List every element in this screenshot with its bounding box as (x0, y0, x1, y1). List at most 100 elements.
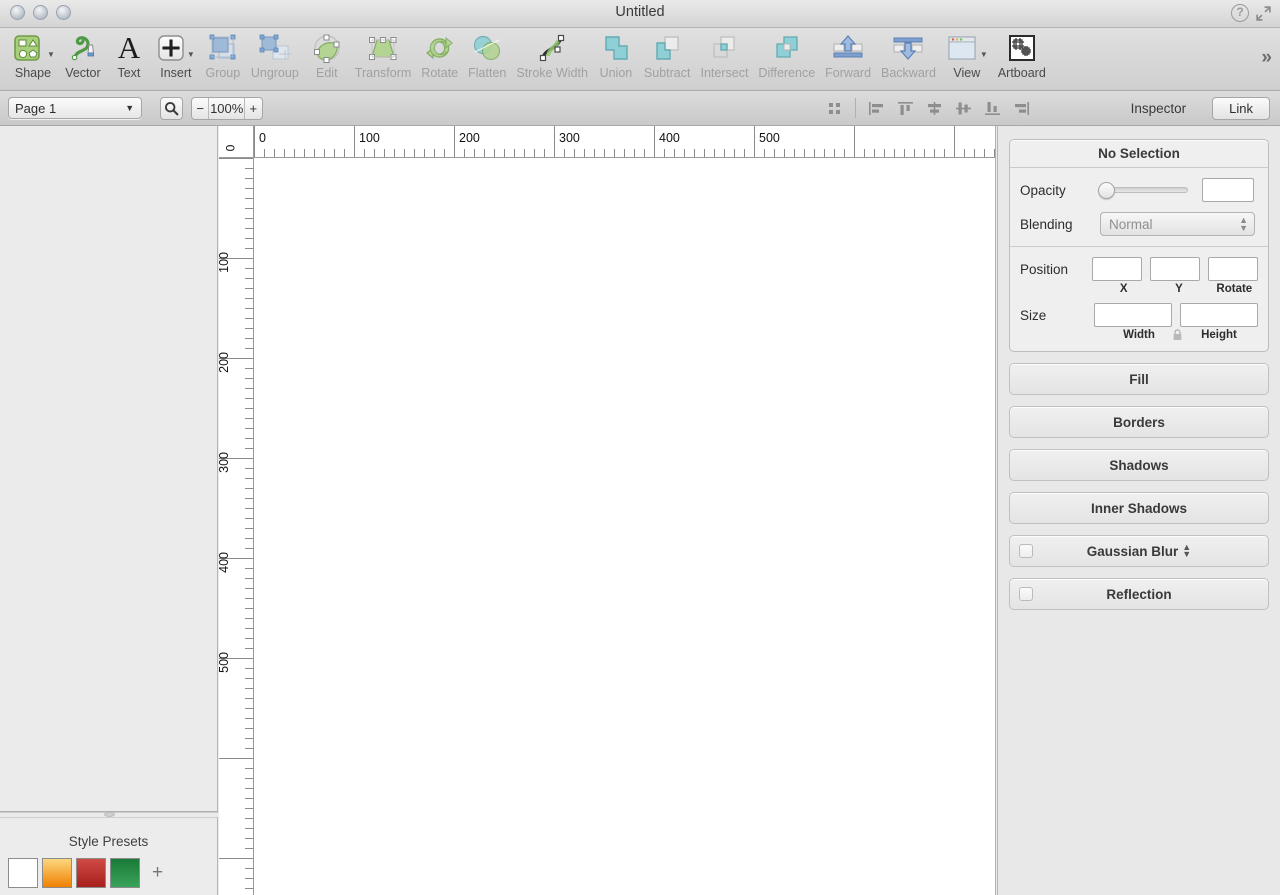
alignment-toolbar (823, 97, 1036, 119)
toolbar-button-text[interactable]: A Text (106, 31, 152, 80)
grid-toggle-icon[interactable] (823, 97, 849, 119)
artboard-canvas[interactable] (254, 158, 996, 895)
height-input[interactable] (1180, 303, 1258, 327)
ruler-minor-tick (245, 768, 253, 769)
chevron-down-icon[interactable]: ▼ (187, 50, 195, 65)
section-button-gaussian-blur[interactable]: Gaussian Blur ▲ ▼ (1009, 535, 1269, 567)
zoom-level-value[interactable]: 100% (208, 97, 245, 119)
opacity-slider-knob[interactable] (1098, 182, 1115, 199)
ruler-minor-tick (724, 149, 725, 157)
toolbar-button-flatten[interactable]: Flatten (463, 31, 511, 80)
opacity-input[interactable] (1202, 178, 1254, 202)
section-button-fill[interactable]: Fill (1009, 363, 1269, 395)
help-icon[interactable]: ? (1231, 4, 1249, 22)
inspector-tab-label[interactable]: Inspector (1131, 101, 1187, 116)
add-preset-button[interactable]: + (152, 863, 163, 883)
ruler-minor-tick (245, 308, 253, 309)
toolbar-button-union[interactable]: Union (593, 31, 639, 80)
ruler-minor-tick (794, 149, 795, 157)
ruler-label: 200 (219, 352, 231, 373)
link-button[interactable]: Link (1212, 96, 1270, 120)
ruler-minor-tick (245, 598, 253, 599)
ruler-minor-tick (245, 198, 253, 199)
ruler-minor-tick (544, 149, 545, 157)
ruler-minor-tick (245, 208, 253, 209)
ruler-minor-tick (245, 538, 253, 539)
reflection-checkbox[interactable] (1019, 587, 1033, 601)
zoom-control: − 100% + (190, 96, 263, 120)
backward-icon (890, 31, 926, 65)
stepper-icon[interactable]: ▲ ▼ (1239, 216, 1248, 233)
zoom-in-button[interactable]: + (245, 98, 262, 119)
toolbar-button-ungroup[interactable]: Ungroup (246, 31, 304, 80)
position-x-input[interactable] (1092, 257, 1142, 281)
align-right-icon[interactable] (1007, 97, 1036, 119)
section-button-inner-shadows[interactable]: Inner Shadows (1009, 492, 1269, 524)
position-y-input[interactable] (1150, 257, 1200, 281)
ruler-minor-tick (334, 149, 335, 157)
ruler-minor-tick (874, 149, 875, 157)
ruler-minor-tick (245, 838, 253, 839)
canvas-area[interactable]: 0 0 100 200 300 400 500 100 200 300 400 500 (219, 126, 996, 895)
toolbar-button-view[interactable]: ▼ View (941, 31, 993, 80)
ruler-minor-tick (245, 298, 253, 299)
stepper-icon[interactable]: ▲ ▼ (1182, 543, 1191, 559)
align-middle-vertical-icon[interactable] (949, 97, 978, 119)
align-bottom-icon[interactable] (978, 97, 1007, 119)
zoom-out-button[interactable]: − (192, 98, 209, 119)
toolbar-button-edit[interactable]: Edit (304, 31, 350, 80)
opacity-slider[interactable] (1098, 182, 1188, 199)
toolbar-button-stroke-width[interactable]: Stroke Width (511, 31, 593, 80)
section-button-reflection[interactable]: Reflection (1009, 578, 1269, 610)
ruler-minor-tick (504, 149, 505, 157)
horizontal-ruler[interactable]: 0 100 200 300 400 500 (254, 126, 996, 158)
preset-swatch-white[interactable] (8, 858, 38, 888)
ruler-major-tick (554, 126, 555, 157)
style-presets-title: Style Presets (68, 834, 149, 849)
align-top-icon[interactable] (891, 97, 920, 119)
rotate-input[interactable] (1208, 257, 1258, 281)
blending-select[interactable]: Normal ▲ ▼ (1100, 212, 1255, 236)
toolbar-button-transform[interactable]: Transform (350, 31, 417, 80)
ruler-minor-tick (245, 228, 253, 229)
ruler-major-tick (219, 158, 253, 159)
toolbar-overflow-button[interactable]: » (1261, 31, 1280, 69)
ruler-minor-tick (245, 508, 253, 509)
ruler-origin-corner[interactable]: 0 (219, 126, 254, 158)
toolbar-label: Text (117, 66, 141, 80)
gaussian-blur-checkbox[interactable] (1019, 544, 1033, 558)
align-center-horizontal-icon[interactable] (920, 97, 949, 119)
toolbar-button-subtract[interactable]: Subtract (639, 31, 696, 80)
section-button-shadows[interactable]: Shadows (1009, 449, 1269, 481)
layers-panel[interactable] (0, 126, 218, 811)
toolbar-button-difference[interactable]: Difference (753, 31, 820, 80)
ruler-major-tick (654, 126, 655, 157)
width-input[interactable] (1094, 303, 1172, 327)
toolbar-button-rotate[interactable]: Rotate (416, 31, 463, 80)
toolbar-button-backward[interactable]: Backward (876, 31, 941, 80)
toolbar-button-insert[interactable]: ▼ Insert (152, 31, 200, 80)
align-left-icon[interactable] (862, 97, 891, 119)
preset-swatch-red[interactable] (76, 858, 106, 888)
toolbar-button-shape[interactable]: ▼ Shape (6, 31, 60, 80)
vertical-ruler[interactable]: 100 200 300 400 500 (219, 158, 254, 895)
expand-icon[interactable] (1255, 5, 1272, 22)
chevron-down-icon[interactable]: ▼ (47, 50, 55, 65)
page-select[interactable]: Page 1 ▼ (8, 97, 143, 119)
toolbar-button-intersect[interactable]: Intersect (695, 31, 753, 80)
preset-swatch-orange[interactable] (42, 858, 72, 888)
toolbar-button-vector[interactable]: Vector (60, 31, 106, 80)
options-bar: Page 1 ▼ − 100% + Inspector Link (0, 91, 1280, 126)
search-button[interactable] (160, 96, 183, 120)
toolbar-button-forward[interactable]: Forward (820, 31, 876, 80)
ruler-minor-tick (474, 149, 475, 157)
section-button-borders[interactable]: Borders (1009, 406, 1269, 438)
chevron-down-icon[interactable]: ▼ (980, 50, 988, 65)
toolbar-button-artboard[interactable]: Artboard (993, 31, 1051, 80)
toolbar-button-group[interactable]: Group (200, 31, 246, 80)
ruler-minor-tick (834, 149, 835, 157)
ruler-minor-tick (245, 888, 253, 889)
preset-swatch-green[interactable] (110, 858, 140, 888)
position-fields (1092, 257, 1258, 281)
ruler-minor-tick (814, 149, 815, 157)
